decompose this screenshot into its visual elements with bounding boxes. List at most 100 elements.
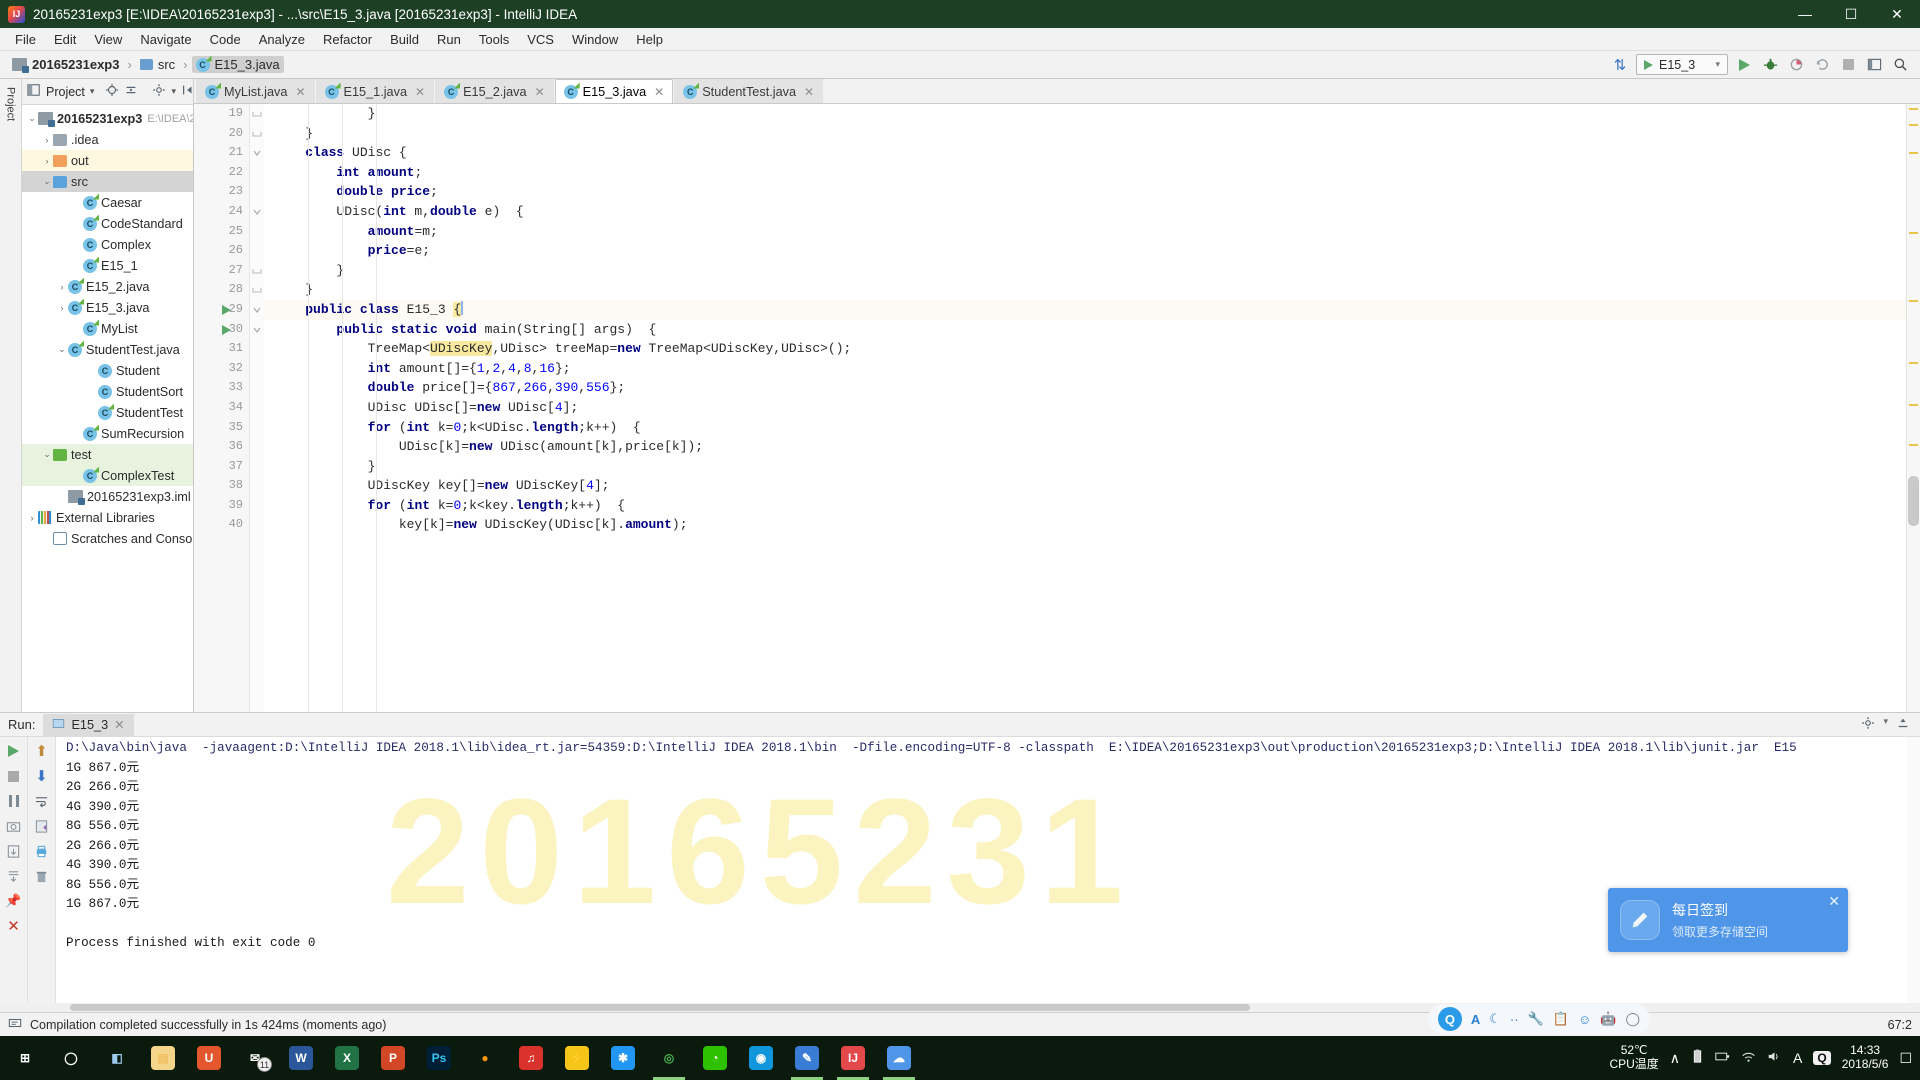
menu-analyze[interactable]: Analyze [250, 30, 314, 49]
tool-window-button-project[interactable]: Project [3, 83, 19, 125]
editor-scrollbar-thumb[interactable] [1908, 476, 1919, 526]
export-to-file-icon[interactable] [33, 817, 51, 835]
gutter-run-icon[interactable] [222, 324, 231, 335]
run-tab-e15-3[interactable]: E15_3 ✕ [43, 713, 134, 736]
scroll-to-end-button[interactable] [5, 867, 23, 885]
close-icon[interactable]: ✕ [5, 917, 23, 935]
code-folding-column[interactable] [250, 104, 264, 712]
fold-collapse-icon[interactable] [252, 207, 262, 217]
menu-navigate[interactable]: Navigate [131, 30, 200, 49]
tree-node-studenttest-java[interactable]: ⌄ C StudentTest.java [22, 339, 193, 360]
bluetooth-icon[interactable]: ✱ [600, 1036, 646, 1080]
close-icon[interactable]: ✕ [1828, 893, 1840, 910]
caret-position[interactable]: 67:2 [1888, 1018, 1912, 1032]
code-line[interactable]: } [264, 261, 1906, 281]
print-icon[interactable] [33, 842, 51, 860]
tree-node-codestandard[interactable]: C CodeStandard [22, 213, 193, 234]
chrome-icon[interactable]: ◎ [646, 1036, 692, 1080]
chevron-up-icon[interactable]: ∧ [1670, 1050, 1680, 1067]
thunder-icon[interactable]: ⚡ [554, 1036, 600, 1080]
console-scrollbar[interactable] [1907, 737, 1920, 1003]
photoshop-icon[interactable]: Ps [416, 1036, 462, 1080]
tree-node-idea[interactable]: › .idea [22, 129, 193, 150]
editor-tab-studenttest-java[interactable]: C StudentTest.java ✕ [674, 79, 824, 103]
collapse-all-icon[interactable] [124, 83, 138, 100]
qq-icon[interactable]: Q [1437, 1007, 1462, 1031]
ubuntu-icon[interactable]: U [186, 1036, 232, 1080]
tree-node-complextest[interactable]: C ComplexTest [22, 465, 193, 486]
soft-wrap-icon[interactable] [33, 792, 51, 810]
action-center-icon[interactable]: ☐ [1899, 1050, 1912, 1067]
chevron-right-icon[interactable]: › [56, 282, 68, 292]
hide-icon[interactable] [181, 83, 195, 100]
cpu-temperature-widget[interactable]: 52℃ CPU温度 [1609, 1043, 1658, 1072]
tree-node-out[interactable]: › out [22, 150, 193, 171]
tree-node-studentsort[interactable]: C StudentSort [22, 381, 193, 402]
menu-code[interactable]: Code [201, 30, 250, 49]
menu-window[interactable]: Window [563, 30, 627, 49]
circle-icon[interactable]: ◯ [1625, 1011, 1640, 1027]
menu-refactor[interactable]: Refactor [314, 30, 381, 49]
code-line[interactable]: } [264, 124, 1906, 144]
chevron-down-icon-2[interactable]: ▾ [171, 86, 176, 97]
chevron-right-icon[interactable]: › [41, 156, 53, 166]
editor-marker-bar[interactable] [1906, 104, 1920, 712]
smiley-icon[interactable]: ☺ [1578, 1012, 1591, 1027]
word-icon[interactable]: W [278, 1036, 324, 1080]
fold-collapse-icon[interactable] [252, 325, 262, 335]
code-line[interactable]: for (int k=0;k<UDisc.length;k++) { [264, 418, 1906, 438]
code-line[interactable]: UDisc[k]=new UDisc(amount[k],price[k]); [264, 437, 1906, 457]
code-line[interactable]: TreeMap<UDiscKey,UDisc> treeMap=new Tree… [264, 339, 1906, 359]
chevron-down-icon[interactable]: ⌄ [41, 449, 53, 460]
fold-collapse-icon[interactable] [252, 305, 262, 315]
rerun-button[interactable] [5, 742, 23, 760]
run-button[interactable] [1734, 55, 1754, 75]
chevron-right-icon[interactable]: › [56, 303, 68, 313]
tree-node-studenttest[interactable]: C StudentTest [22, 402, 193, 423]
close-icon[interactable]: ✕ [415, 85, 425, 99]
stop-button[interactable] [5, 767, 23, 785]
cloud-icon[interactable]: ☁ [876, 1036, 922, 1080]
close-icon[interactable]: ✕ [114, 717, 125, 732]
sort-icon[interactable]: ⇅ [1610, 55, 1630, 75]
code-line[interactable]: class UDisc { [264, 143, 1906, 163]
tree-node-complex[interactable]: C Complex [22, 234, 193, 255]
chevron-down-icon[interactable]: ⌄ [56, 344, 68, 355]
gutter-run-icon[interactable] [222, 305, 231, 315]
tree-node-external-libraries[interactable]: › External Libraries [22, 507, 193, 528]
project-tree[interactable]: ⌄ 20165231exp3 E:\IDEA\20 › .idea › out ⌄ src C Ca… [22, 105, 193, 712]
tree-node-e15-1[interactable]: C E15_1 [22, 255, 193, 276]
gear-icon[interactable] [1861, 716, 1875, 733]
menu-edit[interactable]: Edit [45, 30, 85, 49]
tree-node-scratches-and-consoles[interactable]: Scratches and Consoles [22, 528, 193, 549]
fold-collapse-icon[interactable] [252, 148, 262, 158]
robot-icon[interactable]: 🤖 [1600, 1011, 1616, 1027]
export-button[interactable] [5, 842, 23, 860]
breadcrumb-file[interactable]: C E15_3.java [191, 56, 284, 73]
editor-tab-mylist-java[interactable]: C MyList.java ✕ [196, 79, 315, 103]
powerpoint-icon[interactable]: P [370, 1036, 416, 1080]
console-output[interactable]: 20165231 D:\Java\bin\java -javaagent:D:\… [56, 737, 1920, 1003]
intellij-icon[interactable]: IJ [830, 1036, 876, 1080]
close-icon[interactable]: ✕ [295, 85, 305, 99]
tree-node-20165231exp3[interactable]: ⌄ 20165231exp3 E:\IDEA\20 [22, 108, 193, 129]
minimize-button[interactable]: — [1782, 0, 1828, 28]
close-button[interactable]: ✕ [1874, 0, 1920, 28]
editor-gutter[interactable]: 19 20 21 22 23 24 25 26 27 28 29 30 31 32 33 34 35 36 37 38… [194, 104, 250, 712]
ime-indicator[interactable]: A [1793, 1050, 1802, 1066]
run-configuration-selector[interactable]: E15_3 ▾ [1636, 54, 1728, 75]
code-line[interactable]: key[k]=new UDiscKey(UDisc[k].amount); [264, 515, 1906, 535]
pin-icon[interactable]: 📌 [5, 892, 23, 910]
camera-button[interactable] [5, 817, 23, 835]
fold-end-icon[interactable] [252, 266, 262, 276]
locate-icon[interactable] [105, 83, 119, 100]
netease-music-icon[interactable]: ♫ [508, 1036, 554, 1080]
chevron-down-icon[interactable]: ⌄ [41, 176, 53, 187]
code-line[interactable]: } [264, 280, 1906, 300]
tree-node-e15-2-java[interactable]: › C E15_2.java [22, 276, 193, 297]
task-view-button[interactable]: ◧ [94, 1036, 140, 1080]
qq-floating-toolbar[interactable]: Q A ☾ ·· 🔧 📋 ☺ 🤖 ◯ [1427, 1004, 1650, 1034]
tree-node-mylist[interactable]: C MyList [22, 318, 193, 339]
editor-tab-e15-3-java[interactable]: C E15_3.java ✕ [554, 79, 674, 103]
debug-button[interactable] [1760, 55, 1780, 75]
